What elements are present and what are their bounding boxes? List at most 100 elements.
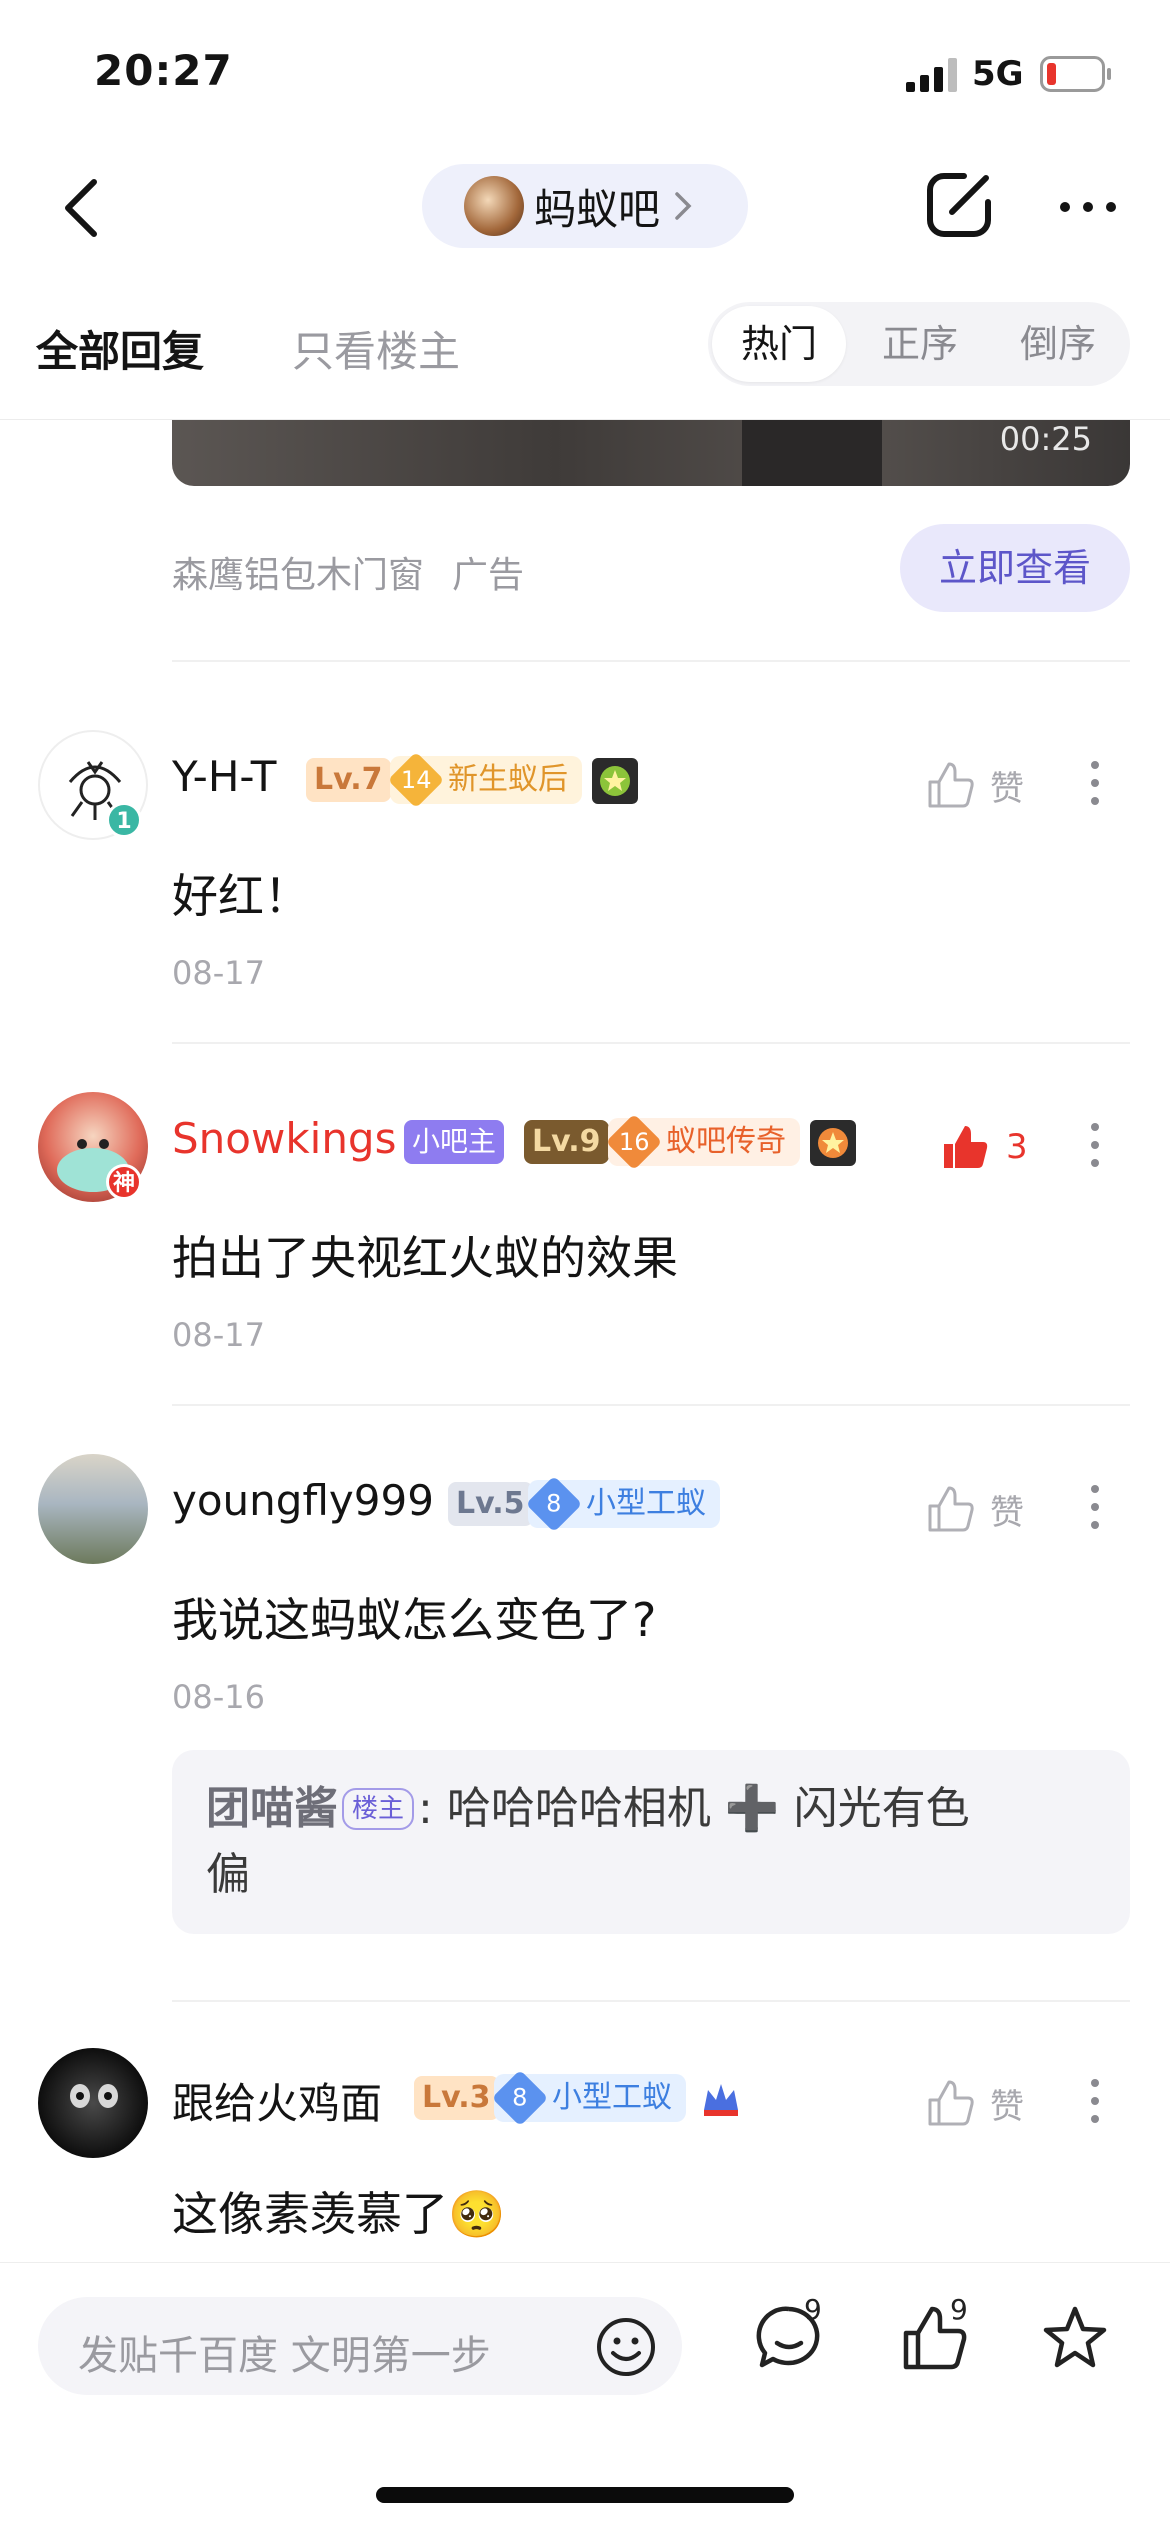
like-count-total: 9	[950, 2293, 968, 2326]
ad-view-now-button[interactable]: 立即查看	[900, 524, 1130, 612]
title-badge-text: 蚁吧传奇	[666, 1124, 786, 1159]
comment-item: youngfly999 Lv.5 8 小型工蚁 赞 我说这蚂蚁怎么变色了? 08…	[0, 1454, 1170, 1994]
forum-link[interactable]: 蚂蚁吧	[422, 164, 748, 248]
thumbs-up-filled-icon	[944, 1126, 988, 1168]
ad-video-thumbnail[interactable]: 00:25	[172, 420, 1130, 486]
title-badge-number: 8	[546, 1490, 562, 1518]
title-badge-text: 小型工蚁	[586, 1486, 706, 1521]
comment-text: 我说这蚂蚁怎么变色了?	[172, 1593, 657, 1647]
chevron-right-icon	[675, 192, 692, 220]
home-indicator	[376, 2487, 794, 2503]
more-options-icon[interactable]	[1090, 2078, 1100, 2124]
tab-op-only[interactable]: 只看楼主	[292, 318, 460, 379]
pleading-face-emoji: 🥺	[448, 2187, 506, 2241]
comment-count: 9	[804, 2293, 822, 2326]
title-badge-number: 14	[400, 765, 432, 794]
like-button[interactable]: 3	[940, 1122, 1028, 1172]
thumbs-up-icon	[928, 2080, 974, 2126]
comment-item: 1 Y-H-T Lv.7 14 新生蚁后 赞 好红！ 08-17	[0, 730, 1170, 1040]
divider	[172, 2000, 1130, 2002]
like-button[interactable]: 赞	[926, 1484, 1024, 1534]
sub-reply-separator: :	[418, 1783, 433, 1834]
comment-text: 这像素羡慕了🥺	[172, 2178, 505, 2244]
plus-emoji: ➕	[724, 1783, 780, 1834]
back-arrow-icon[interactable]	[60, 176, 104, 240]
thumbs-up-icon	[928, 762, 974, 808]
sub-reply-user[interactable]: 团喵酱	[206, 1783, 338, 1834]
role-tag: 小吧主	[404, 1120, 505, 1164]
username[interactable]: 跟给火鸡面	[172, 2070, 382, 2131]
sub-reply-text-line2: 偏	[206, 1849, 250, 1900]
more-options-icon[interactable]	[1090, 1122, 1100, 1168]
like-count: 3	[1006, 1127, 1028, 1167]
title-badge: 16 蚁吧传奇	[605, 1113, 800, 1171]
title-badge-text: 新生蚁后	[448, 762, 568, 797]
title-badge-number: 16	[618, 1127, 650, 1156]
cellular-signal-icon	[906, 58, 957, 92]
divider	[172, 1042, 1130, 1044]
status-time: 20:27	[94, 46, 233, 95]
comment-item: 神 Snowkings 小吧主 Lv.9 16 蚁吧传奇 3 拍出了央视红火蚁的…	[0, 1092, 1170, 1402]
comment-text: 好红！	[172, 869, 310, 923]
battery-icon	[1040, 56, 1111, 92]
title-badge-text: 小型工蚁	[552, 2080, 672, 2115]
nav-bar: 蚂蚁吧	[0, 140, 1170, 270]
share-icon[interactable]	[924, 170, 994, 240]
sub-reply-text: 哈哈哈哈相机	[446, 1783, 711, 1834]
comment-text: 拍出了央视红火蚁的效果	[172, 1231, 678, 1285]
op-tag: 楼主	[342, 1788, 415, 1830]
more-options-icon[interactable]	[1090, 760, 1100, 806]
thumbs-up-icon	[928, 1486, 974, 1532]
sort-hot[interactable]: 热门	[712, 306, 846, 382]
tab-all-replies[interactable]: 全部回复	[36, 318, 204, 379]
more-icon[interactable]	[1058, 200, 1118, 214]
ad-label: 广告	[452, 555, 525, 596]
title-badge: 8 小型工蚁	[525, 1475, 720, 1533]
username[interactable]: Snowkings	[172, 1114, 396, 1163]
like-button[interactable]: 赞	[926, 760, 1024, 810]
like-button[interactable]: 赞	[926, 2078, 1024, 2128]
forum-avatar	[464, 176, 524, 236]
bottom-action-bar: 发贴千百度 文明第一步 9 9	[0, 2262, 1170, 2532]
level-tag: Lv.7	[306, 758, 391, 802]
username[interactable]: youngfly999	[172, 1476, 434, 1525]
crown-medal-icon	[704, 2084, 738, 2116]
avatar-god-badge: 神	[106, 1164, 142, 1200]
level-tag: Lv.9	[524, 1120, 609, 1164]
comment-date: 08-16	[172, 1678, 265, 1716]
sub-reply[interactable]: 团喵酱 楼主: 哈哈哈哈相机 ➕ 闪光有色 偏	[172, 1750, 1130, 1934]
sort-descending[interactable]: 倒序	[988, 302, 1128, 386]
level-tag: Lv.3	[414, 2076, 499, 2120]
divider	[172, 1404, 1130, 1406]
emoji-icon[interactable]	[594, 2315, 658, 2379]
comment-text-body: 这像素羡慕了	[172, 2187, 448, 2241]
title-badge: 14 新生蚁后	[387, 751, 582, 809]
comment-date: 08-17	[172, 954, 265, 992]
avatar[interactable]	[38, 1454, 148, 1564]
level-tag: Lv.5	[448, 1482, 533, 1526]
status-bar: 20:27 5G	[0, 0, 1170, 140]
avatar[interactable]	[38, 2048, 148, 2158]
reply-filter-bar: 全部回复 只看楼主 热门 正序 倒序	[0, 270, 1170, 420]
sort-ascending[interactable]: 正序	[850, 302, 990, 386]
ad-video-duration: 00:25	[999, 420, 1092, 458]
star-favorite-icon[interactable]	[1040, 2303, 1110, 2373]
forum-name: 蚂蚁吧	[534, 184, 661, 234]
sort-segmented-control: 热门 正序 倒序	[708, 302, 1130, 386]
reply-input-placeholder: 发贴千百度 文明第一步	[78, 2333, 491, 2379]
reply-input[interactable]: 发贴千百度 文明第一步	[38, 2297, 682, 2395]
medal-icon	[810, 1120, 856, 1166]
like-label: 赞	[990, 2086, 1024, 2127]
avatar-illustration	[70, 2084, 118, 2108]
medal-icon	[592, 758, 638, 804]
like-label: 赞	[990, 1492, 1024, 1533]
ad-image-detail	[742, 420, 882, 486]
more-options-icon[interactable]	[1090, 1484, 1100, 1530]
network-type: 5G	[972, 54, 1024, 94]
divider	[172, 660, 1130, 662]
ad-source: 森鹰铝包木门窗	[172, 555, 425, 596]
avatar-level-badge: 1	[106, 802, 142, 838]
username[interactable]: Y-H-T	[172, 752, 276, 801]
title-badge-number: 8	[512, 2084, 528, 2112]
like-label: 赞	[990, 768, 1024, 809]
